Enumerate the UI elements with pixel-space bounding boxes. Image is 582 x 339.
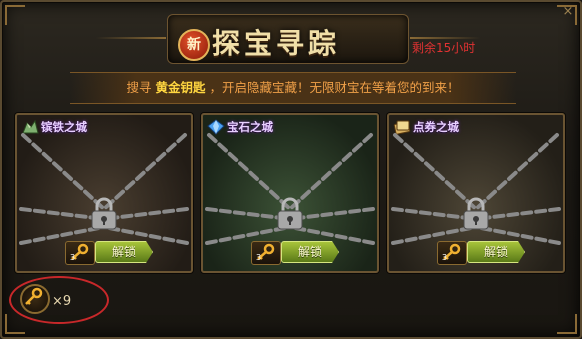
page-title: 探宝寻踪 (212, 27, 341, 60)
chains-image (19, 133, 189, 245)
key-cost: 3 (70, 253, 76, 262)
key-slot: 3 (65, 241, 95, 265)
golden-key-icon (25, 287, 43, 305)
time-remaining: 剩余15小时 (412, 41, 476, 55)
banner-highlight: 黄金钥匙 (155, 80, 206, 95)
unlock-button[interactable]: 解锁 (467, 241, 525, 263)
corner-ornament (5, 5, 25, 25)
treasure-card-gem: 宝石之城 3 解锁 (201, 113, 379, 273)
chains-image (391, 133, 561, 245)
key-count: ×9 (52, 294, 72, 309)
treasure-card-iron: 镔铁之城 3 解锁 (15, 113, 193, 273)
padlock-icon (277, 197, 303, 230)
info-banner: 搜寻 黄金钥匙 ，开启隐藏宝藏！无限财宝在等着您的到来！ (70, 72, 516, 104)
banner-suffix: ，开启隐藏宝藏！无限财宝在等着您的到来！ (209, 80, 460, 95)
golden-key-inventory[interactable] (20, 284, 50, 314)
banner-text: 搜寻 黄金钥匙 ，开启隐藏宝藏！无限财宝在等着您的到来！ (70, 73, 516, 103)
unlock-row: 3 解锁 (65, 241, 155, 265)
key-cost: 3 (256, 253, 262, 262)
unlock-row: 3 解锁 (251, 241, 341, 265)
key-slot: 3 (437, 241, 467, 265)
unlock-button[interactable]: 解锁 (95, 241, 153, 263)
unlock-button[interactable]: 解锁 (281, 241, 339, 263)
treasure-hunt-panel: × 新 探宝寻踪 剩余15小时 搜寻 黄金钥匙 ，开启隐藏宝藏！无限财宝在等着您… (0, 0, 582, 339)
padlock-icon (463, 197, 489, 230)
new-badge: 新 (178, 29, 210, 61)
corner-ornament (557, 314, 577, 334)
padlock-icon (91, 197, 117, 230)
close-button[interactable]: × (560, 4, 576, 20)
chains-image (205, 133, 375, 245)
corner-ornament (5, 314, 25, 334)
treasure-card-coupon: 点券之城 3 解锁 (387, 113, 565, 273)
banner-prefix: 搜寻 (126, 80, 152, 95)
unlock-row: 3 解锁 (437, 241, 527, 265)
key-slot: 3 (251, 241, 281, 265)
key-cost: 3 (442, 253, 448, 262)
